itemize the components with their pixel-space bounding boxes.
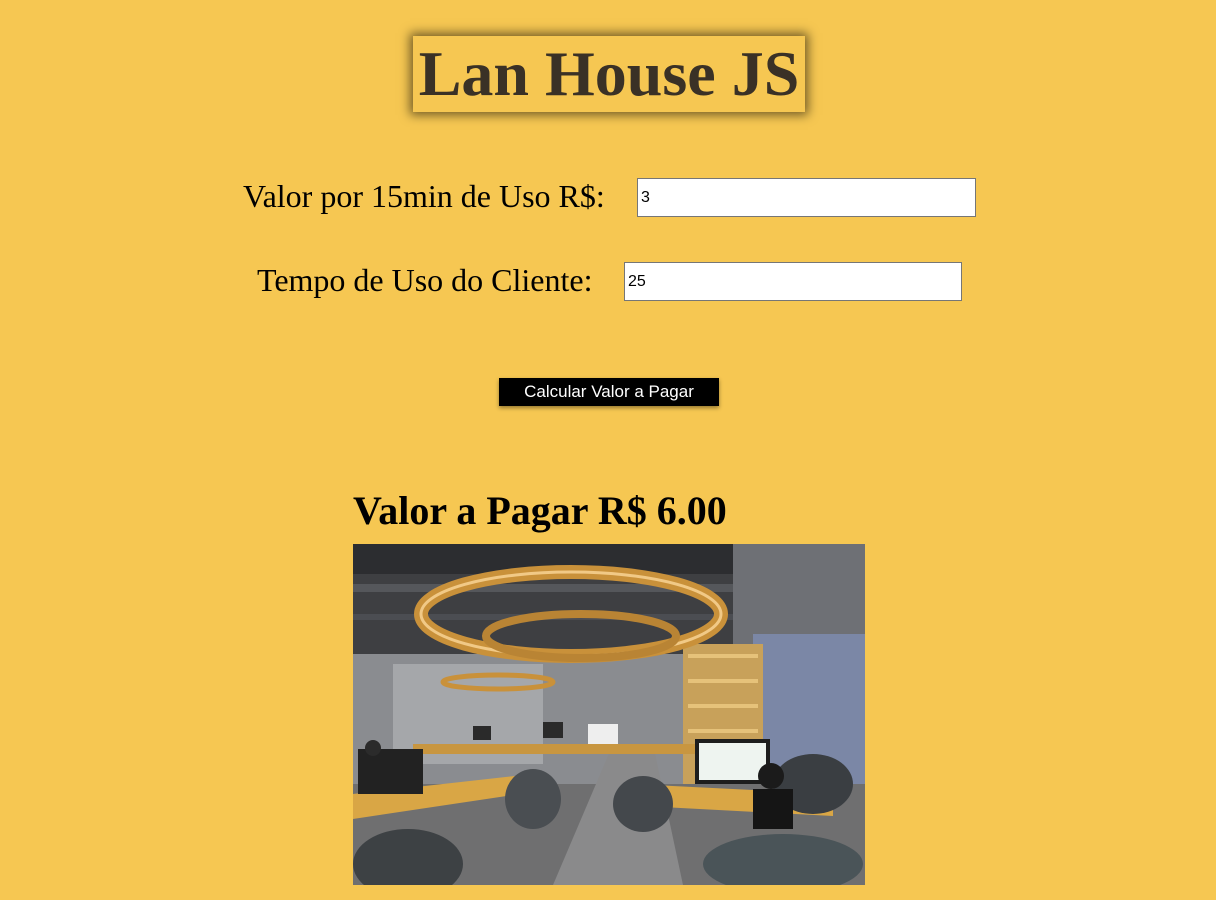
rate-input[interactable] — [637, 178, 976, 217]
lan-house-photo — [353, 544, 865, 885]
result-text: Valor a Pagar R$ 6.00 — [353, 488, 727, 534]
result-amount: 6.00 — [656, 488, 727, 533]
time-label: Tempo de Uso do Cliente: — [257, 262, 593, 298]
rate-label: Valor por 15min de Uso R$: — [243, 178, 605, 214]
result-prefix: Valor a Pagar R$ — [353, 488, 647, 533]
calculate-button[interactable]: Calcular Valor a Pagar — [499, 378, 719, 406]
time-input[interactable] — [624, 262, 962, 301]
page-title: Lan House JS — [413, 36, 805, 112]
